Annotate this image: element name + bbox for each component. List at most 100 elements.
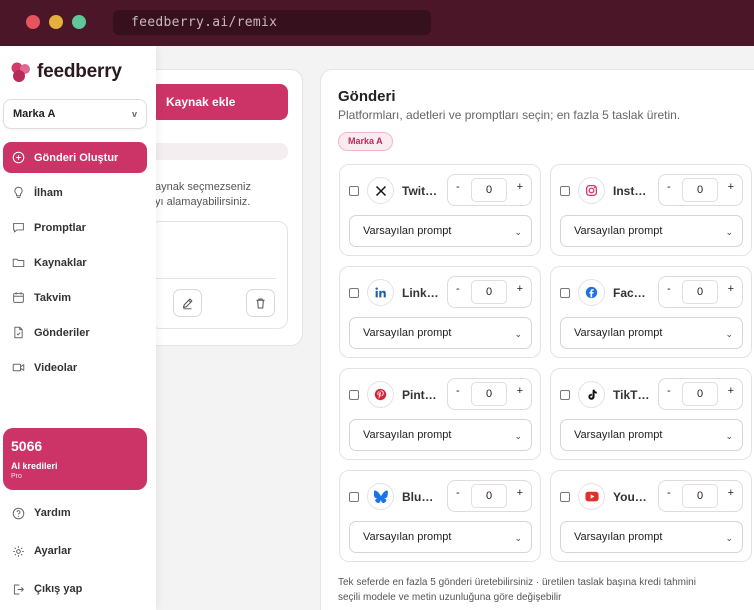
nav-item-sources[interactable]: Kaynaklar <box>3 247 147 278</box>
plan-label: Pro <box>11 473 22 480</box>
platform-checkbox[interactable] <box>349 288 359 298</box>
platform-card-facebook: Fac… - 0 + Varsayılan prompt ⌄ <box>550 266 752 358</box>
nav-label: Gönderi Oluştur <box>34 151 119 164</box>
platform-checkbox[interactable] <box>560 492 570 502</box>
folder-icon <box>11 256 25 270</box>
edit-button[interactable] <box>173 289 202 317</box>
document-icon <box>11 326 25 340</box>
platform-name: TikT… <box>613 388 650 402</box>
platform-card-bluesky: Blu… - 0 + Varsayılan prompt ⌄ <box>339 470 541 562</box>
chat-icon <box>11 221 25 235</box>
platform-checkbox[interactable] <box>560 186 570 196</box>
browser-titlebar: feedberry.ai/remix <box>0 0 754 46</box>
increment-button[interactable]: + <box>728 487 734 499</box>
help-icon <box>11 506 25 520</box>
decrement-button[interactable]: - <box>456 385 460 397</box>
chevron-down-icon: ⌄ <box>725 329 733 339</box>
video-icon <box>11 361 25 375</box>
decrement-button[interactable]: - <box>456 487 460 499</box>
pencil-icon <box>182 298 193 309</box>
platform-card-instagram: Inst… - 0 + Varsayılan prompt ⌄ <box>550 164 752 256</box>
linkedin-icon <box>367 279 394 306</box>
window-maximize-button[interactable] <box>72 15 86 29</box>
settings-link[interactable]: Ayarlar <box>11 544 72 558</box>
prompt-select[interactable]: Varsayılan prompt ⌄ <box>349 419 532 451</box>
increment-button[interactable]: + <box>728 283 734 295</box>
calendar-icon <box>11 291 25 305</box>
increment-button[interactable]: + <box>517 283 523 295</box>
increment-button[interactable]: + <box>728 181 734 193</box>
delete-button[interactable] <box>246 289 275 317</box>
increment-button[interactable]: + <box>517 385 523 397</box>
decrement-button[interactable]: - <box>667 487 671 499</box>
prompt-select[interactable]: Varsayılan prompt ⌄ <box>560 215 743 247</box>
quantity-stepper: - 0 + <box>658 174 743 206</box>
quantity-stepper: - 0 + <box>658 378 743 410</box>
footnote-line1: Tek seferde en fazla 5 gönderi üretebili… <box>338 577 696 588</box>
quantity-input[interactable]: 0 <box>682 178 718 202</box>
window-close-button[interactable] <box>26 15 40 29</box>
brand-select-value: Marka A <box>13 108 56 120</box>
increment-button[interactable]: + <box>728 385 734 397</box>
credits-value: 5066 <box>11 438 43 454</box>
prompt-select[interactable]: Varsayılan prompt ⌄ <box>349 215 532 247</box>
quantity-input[interactable]: 0 <box>471 178 507 202</box>
prompt-select[interactable]: Varsayılan prompt ⌄ <box>349 521 532 553</box>
nav-item-calendar[interactable]: Takvim <box>3 282 147 313</box>
nav-item-posts[interactable]: Gönderiler <box>3 317 147 348</box>
decrement-button[interactable]: - <box>667 181 671 193</box>
source-hint-line1: aynak seçmezseniz <box>155 181 251 193</box>
prompt-select-value: Varsayılan prompt <box>363 225 452 237</box>
prompt-select[interactable]: Varsayılan prompt ⌄ <box>560 317 743 349</box>
decrement-button[interactable]: - <box>456 283 460 295</box>
nav-label: Takvim <box>34 291 72 304</box>
decrement-button[interactable]: - <box>456 181 460 193</box>
source-hint-line2: yı alamayabilirsiniz. <box>155 196 251 208</box>
prompt-select[interactable]: Varsayılan prompt ⌄ <box>560 521 743 553</box>
platform-name: You… <box>613 490 647 504</box>
window-minimize-button[interactable] <box>49 15 63 29</box>
settings-label: Ayarlar <box>34 545 72 557</box>
platform-card-twitter: Twit… - 0 + Varsayılan prompt ⌄ <box>339 164 541 256</box>
increment-button[interactable]: + <box>517 181 523 193</box>
decrement-button[interactable]: - <box>667 385 671 397</box>
quantity-input[interactable]: 0 <box>682 382 718 406</box>
prompt-select-value: Varsayılan prompt <box>363 327 452 339</box>
decrement-button[interactable]: - <box>667 283 671 295</box>
logo[interactable]: feedberry <box>9 61 122 83</box>
quantity-stepper: - 0 + <box>658 480 743 512</box>
logo-text: feedberry <box>37 61 122 82</box>
logout-link[interactable]: Çıkış yap <box>11 582 82 596</box>
prompt-select-value: Varsayılan prompt <box>363 429 452 441</box>
credits-card[interactable]: 5066 AI kredileri Pro <box>3 428 147 490</box>
nav-item-inspiration[interactable]: İlham <box>3 177 147 208</box>
add-source-button[interactable]: Kaynak ekle <box>150 84 288 120</box>
quantity-input[interactable]: 0 <box>471 382 507 406</box>
nav-item-videos[interactable]: Videolar <box>3 352 147 383</box>
platform-checkbox[interactable] <box>349 492 359 502</box>
platform-checkbox[interactable] <box>560 288 570 298</box>
bluesky-icon <box>367 483 394 510</box>
prompt-select[interactable]: Varsayılan prompt ⌄ <box>349 317 532 349</box>
chevron-down-icon: ⌄ <box>514 329 522 339</box>
brand-select[interactable]: Marka A v <box>3 99 147 129</box>
chevron-down-icon: v <box>131 109 137 119</box>
prompt-select[interactable]: Varsayılan prompt ⌄ <box>560 419 743 451</box>
address-bar[interactable]: feedberry.ai/remix <box>113 10 431 35</box>
facebook-icon <box>578 279 605 306</box>
quantity-input[interactable]: 0 <box>471 484 507 508</box>
platform-checkbox[interactable] <box>349 186 359 196</box>
nav-item-prompts[interactable]: Promptlar <box>3 212 147 243</box>
quantity-input[interactable]: 0 <box>471 280 507 304</box>
quantity-input[interactable]: 0 <box>682 280 718 304</box>
increment-button[interactable]: + <box>517 487 523 499</box>
quantity-input[interactable]: 0 <box>682 484 718 508</box>
platform-name: Blu… <box>402 490 434 504</box>
pinterest-icon <box>367 381 394 408</box>
platform-checkbox[interactable] <box>560 390 570 400</box>
platform-card-linkedin: Link… - 0 + Varsayılan prompt ⌄ <box>339 266 541 358</box>
footnote: Tek seferde en fazla 5 gönderi üretebili… <box>338 575 738 605</box>
platform-checkbox[interactable] <box>349 390 359 400</box>
nav-item-create-post[interactable]: Gönderi Oluştur <box>3 142 147 173</box>
help-link[interactable]: Yardım <box>11 506 71 520</box>
